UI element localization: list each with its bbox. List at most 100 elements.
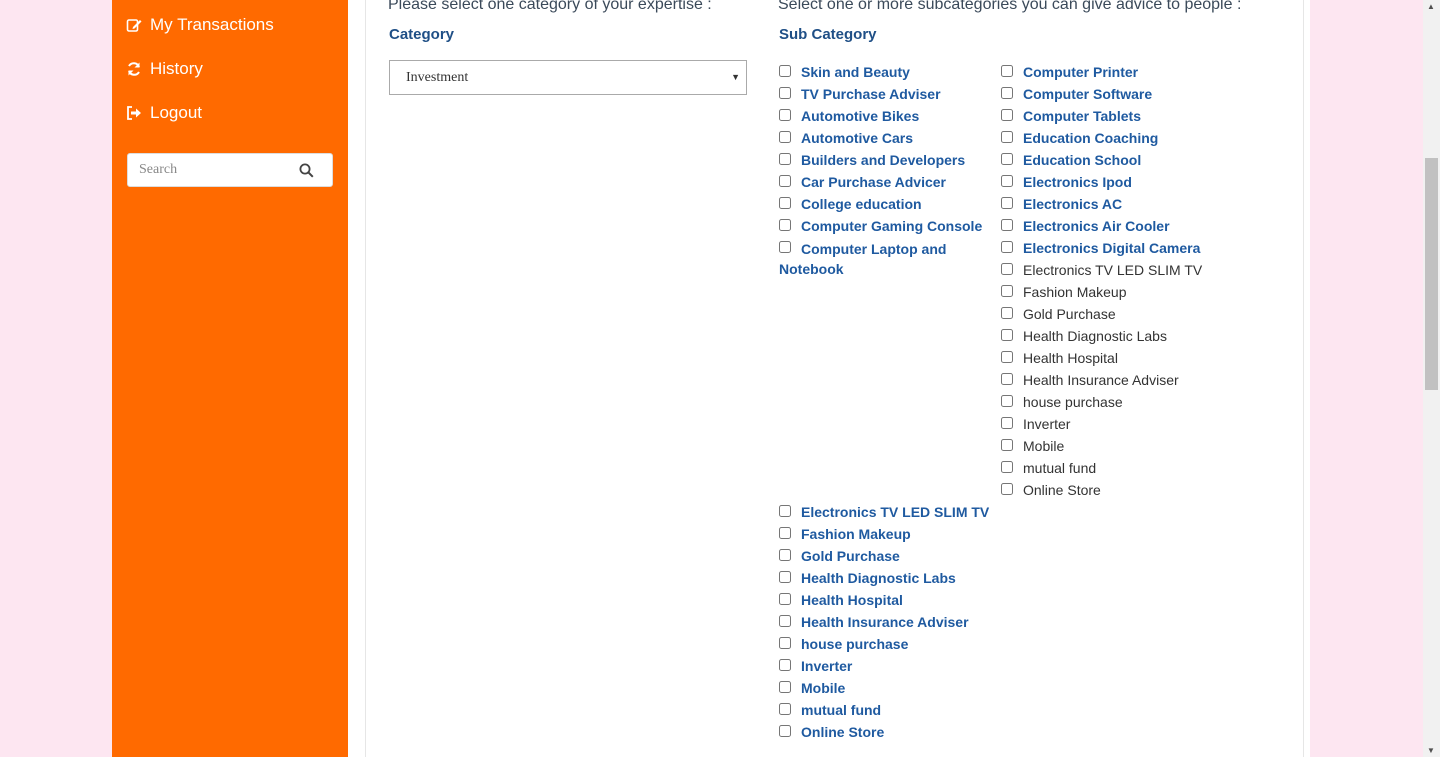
- scroll-up-icon[interactable]: ▲: [1427, 2, 1435, 11]
- subcategory-checkbox[interactable]: [1001, 483, 1013, 495]
- subcategory-checkbox[interactable]: [1001, 219, 1013, 231]
- subcategory-checkbox[interactable]: [779, 241, 791, 253]
- sidebar: My Transactions History Logout: [112, 0, 348, 757]
- subcategory-option[interactable]: Health Diagnostic Labs: [779, 569, 956, 587]
- sidebar-item-label: Logout: [150, 103, 202, 122]
- subcategory-option[interactable]: Electronics Digital Camera: [1001, 239, 1200, 257]
- subcategory-option[interactable]: Mobile: [779, 679, 845, 697]
- subcategory-option[interactable]: Computer Tablets: [1001, 107, 1141, 125]
- search-icon[interactable]: [299, 163, 314, 178]
- subcategory-option[interactable]: Education School: [1001, 151, 1141, 169]
- subcategory-checkbox[interactable]: [1001, 395, 1013, 407]
- subcategory-option[interactable]: Health Hospital: [779, 591, 903, 609]
- subcategory-option[interactable]: Electronics Air Cooler: [1001, 217, 1170, 235]
- subcategory-option[interactable]: Automotive Cars: [779, 129, 913, 147]
- subcategory-option[interactable]: Computer Gaming Console: [779, 217, 982, 235]
- subcategory-checkbox[interactable]: [779, 571, 791, 583]
- subcategory-checkbox[interactable]: [779, 131, 791, 143]
- subcategory-option[interactable]: Health Insurance Adviser: [779, 613, 969, 631]
- subcategory-checkbox[interactable]: [1001, 241, 1013, 253]
- subcategory-checkbox[interactable]: [779, 175, 791, 187]
- subcategory-option[interactable]: Gold Purchase: [779, 547, 900, 565]
- subcategory-option[interactable]: Electronics Ipod: [1001, 173, 1132, 191]
- subcategory-checkbox[interactable]: [1001, 175, 1013, 187]
- subcategory-checkbox[interactable]: [1001, 285, 1013, 297]
- subcategory-option[interactable]: Electronics TV LED SLIM TV: [779, 503, 989, 521]
- subcategory-option[interactable]: mutual fund: [779, 701, 881, 719]
- subcategory-option[interactable]: Gold Purchase: [1001, 305, 1116, 323]
- subcategory-checkbox[interactable]: [1001, 197, 1013, 209]
- subcategory-checkbox[interactable]: [779, 65, 791, 77]
- subcategory-checkbox[interactable]: [779, 219, 791, 231]
- subcategory-option[interactable]: Electronics AC: [1001, 195, 1122, 213]
- subcategory-checkbox[interactable]: [779, 681, 791, 693]
- subcategory-option[interactable]: Health Diagnostic Labs: [1001, 327, 1167, 345]
- subcategory-checkbox[interactable]: [1001, 307, 1013, 319]
- subcategory-checkbox[interactable]: [779, 549, 791, 561]
- panel-border-left: [365, 0, 366, 757]
- subcategory-option[interactable]: Computer Laptop and Notebook: [779, 239, 989, 279]
- subcategory-checkbox[interactable]: [1001, 373, 1013, 385]
- scroll-down-icon[interactable]: ▼: [1427, 746, 1435, 755]
- panel-border-right: [1303, 0, 1304, 757]
- subcategory-checkbox[interactable]: [779, 637, 791, 649]
- category-label: Category: [389, 26, 455, 43]
- subcategory-checkbox[interactable]: [779, 109, 791, 121]
- edit-icon: [126, 17, 142, 33]
- subcategory-checkbox[interactable]: [779, 197, 791, 209]
- subcategory-checkbox[interactable]: [1001, 65, 1013, 77]
- subcategory-option[interactable]: Electronics TV LED SLIM TV: [1001, 261, 1202, 279]
- subcategory-checkbox[interactable]: [779, 703, 791, 715]
- subcategory-option[interactable]: Online Store: [1001, 481, 1101, 499]
- subcategory-option[interactable]: house purchase: [779, 635, 908, 653]
- subcategory-option[interactable]: Car Purchase Advicer: [779, 173, 946, 191]
- subcategory-option[interactable]: Online Store: [779, 723, 884, 741]
- subcategory-checkbox[interactable]: [1001, 153, 1013, 165]
- sidebar-item-my-transactions[interactable]: My Transactions: [126, 13, 274, 37]
- subcategory-checkbox[interactable]: [1001, 131, 1013, 143]
- subcategory-checkbox[interactable]: [1001, 461, 1013, 473]
- sidebar-item-label: My Transactions: [150, 15, 274, 34]
- category-selected-value: Investment: [406, 69, 469, 85]
- subcategory-option[interactable]: Health Insurance Adviser: [1001, 371, 1179, 389]
- subcategory-checkbox[interactable]: [779, 505, 791, 517]
- subcategory-option[interactable]: Mobile: [1001, 437, 1064, 455]
- category-select[interactable]: Investment ▼: [389, 60, 747, 95]
- subcategory-checkbox[interactable]: [1001, 263, 1013, 275]
- subcategory-checkbox[interactable]: [779, 593, 791, 605]
- page-scrollbar[interactable]: ▲ ▼: [1423, 0, 1440, 757]
- subcategory-checkbox[interactable]: [779, 153, 791, 165]
- search-input[interactable]: [139, 162, 299, 178]
- subcategory-checkbox[interactable]: [1001, 87, 1013, 99]
- sidebar-item-logout[interactable]: Logout: [126, 101, 202, 125]
- subcategory-option[interactable]: Skin and Beauty: [779, 63, 910, 81]
- subcategory-checkbox[interactable]: [1001, 351, 1013, 363]
- subcategory-checkbox[interactable]: [779, 615, 791, 627]
- subcategory-option[interactable]: College education: [779, 195, 922, 213]
- subcategory-option[interactable]: Automotive Bikes: [779, 107, 919, 125]
- subcategory-checkbox[interactable]: [1001, 329, 1013, 341]
- caret-down-icon: ▼: [731, 72, 740, 82]
- subcategory-checkbox[interactable]: [779, 87, 791, 99]
- subcategory-checkbox[interactable]: [779, 659, 791, 671]
- subcategory-checkbox[interactable]: [1001, 439, 1013, 451]
- subcategory-option[interactable]: Builders and Developers: [779, 151, 965, 169]
- subcategory-option[interactable]: mutual fund: [1001, 459, 1096, 477]
- subcategory-option[interactable]: Computer Printer: [1001, 63, 1138, 81]
- scrollbar-thumb[interactable]: [1425, 158, 1438, 390]
- subcategory-option[interactable]: Education Coaching: [1001, 129, 1158, 147]
- subcategory-option[interactable]: Inverter: [1001, 415, 1070, 433]
- subcategory-checkbox[interactable]: [779, 527, 791, 539]
- subcategory-option[interactable]: TV Purchase Adviser: [779, 85, 941, 103]
- subcategory-checkbox[interactable]: [1001, 417, 1013, 429]
- subcategory-option[interactable]: house purchase: [1001, 393, 1123, 411]
- subcategory-option[interactable]: Computer Software: [1001, 85, 1152, 103]
- subcategory-option[interactable]: Fashion Makeup: [779, 525, 911, 543]
- subcategory-checkbox[interactable]: [779, 725, 791, 737]
- sidebar-item-history[interactable]: History: [126, 57, 203, 81]
- subcategory-heading: Select one or more subcategories you can…: [778, 0, 1242, 13]
- subcategory-option[interactable]: Fashion Makeup: [1001, 283, 1127, 301]
- subcategory-option[interactable]: Health Hospital: [1001, 349, 1118, 367]
- subcategory-option[interactable]: Inverter: [779, 657, 852, 675]
- subcategory-checkbox[interactable]: [1001, 109, 1013, 121]
